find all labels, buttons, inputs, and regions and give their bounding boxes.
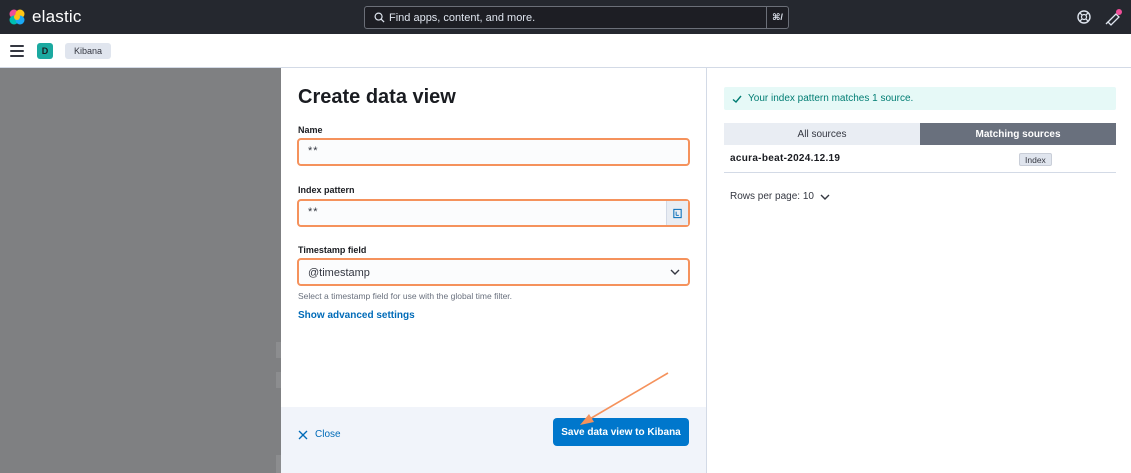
tab-matching-sources[interactable]: Matching sources	[920, 123, 1116, 145]
book-icon	[673, 208, 682, 218]
name-value: **	[308, 145, 319, 157]
breadcrumb-bar	[0, 34, 1131, 68]
timestamp-field-value: @timestamp	[308, 267, 370, 279]
index-pattern-label: Index pattern	[298, 185, 355, 195]
rows-per-page-button[interactable]: Rows per page: 10	[730, 191, 830, 202]
show-advanced-settings-link[interactable]: Show advanced settings	[298, 310, 415, 321]
create-data-view-flyout: Create data view Name ** Index pattern *…	[281, 68, 707, 473]
table-row: acura-beat-2024.12.19 Index	[724, 146, 1116, 173]
page-title: Create data view	[298, 86, 456, 108]
elastic-logo-icon	[9, 9, 25, 25]
match-callout: Your index pattern matches 1 source.	[724, 87, 1116, 110]
tab-all-sources[interactable]: All sources	[724, 123, 920, 145]
preview-panel: Your index pattern matches 1 source. All…	[707, 68, 1131, 473]
name-label: Name	[298, 125, 323, 135]
save-data-view-button[interactable]: Save data view to Kibana	[553, 418, 689, 446]
status-badge: Index	[1019, 153, 1052, 166]
flyout-footer: Close Save data view to Kibana	[281, 407, 706, 473]
callout-text: Your index pattern matches 1 source.	[748, 93, 914, 104]
search-icon	[371, 10, 387, 26]
newsfeed-icon[interactable]	[1105, 8, 1123, 26]
check-icon	[732, 95, 742, 103]
timestamp-field-label: Timestamp field	[298, 245, 367, 255]
chevron-down-icon	[820, 194, 830, 200]
brand-name: elastic	[32, 7, 82, 26]
name-field[interactable]: **	[297, 138, 690, 166]
search-placeholder: Find apps, content, and more.	[389, 11, 536, 24]
close-icon	[298, 430, 308, 439]
index-pattern-value: **	[308, 206, 319, 218]
sources-tabs: All sources Matching sources	[724, 123, 1116, 145]
elastic-logo[interactable]: elastic	[8, 7, 82, 27]
timestamp-field-select[interactable]: @timestamp	[297, 258, 690, 286]
help-icon[interactable]	[1076, 9, 1092, 25]
chevron-down-icon	[670, 269, 680, 275]
close-button[interactable]: Close	[298, 429, 341, 440]
top-header: elastic Find apps, content, and more. ⌘/	[0, 0, 1131, 34]
breadcrumb[interactable]: Kibana	[65, 43, 112, 59]
hamburger-menu-icon[interactable]	[10, 45, 24, 57]
keyboard-shortcut-badge: ⌘/	[766, 7, 788, 28]
global-search-input[interactable]: Find apps, content, and more. ⌘/	[364, 6, 789, 29]
timestamp-help-text: Select a timestamp field for use with th…	[298, 291, 513, 301]
source-name: acura-beat-2024.12.19	[730, 153, 841, 164]
rows-per-page-label: Rows per page: 10	[730, 191, 814, 202]
index-pattern-field[interactable]: **	[297, 199, 690, 227]
page-overlay	[0, 68, 281, 473]
index-pattern-help-button[interactable]	[666, 201, 688, 225]
space-avatar[interactable]: D	[37, 43, 53, 59]
close-label: Close	[315, 429, 341, 440]
